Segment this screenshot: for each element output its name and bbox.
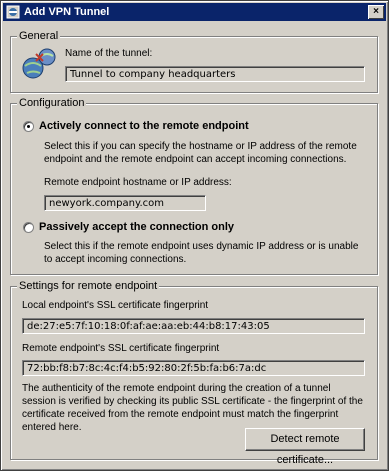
authenticity-note: The authenticity of the remote endpoint … [22, 383, 363, 433]
remote-fingerprint-label: Remote endpoint's SSL certificate finger… [22, 343, 220, 354]
local-fingerprint-label: Local endpoint's SSL certificate fingerp… [22, 300, 209, 311]
active-connect-description: Select this if you can specify the hostn… [44, 141, 357, 165]
window-title: Add VPN Tunnel [24, 6, 110, 18]
vpn-globe-icon [22, 48, 56, 79]
network-tunnel-icon [6, 5, 20, 19]
passive-accept-description: Select this if the remote endpoint uses … [44, 241, 359, 265]
configuration-group: Configuration Actively connect to the re… [10, 97, 378, 275]
remote-host-field[interactable]: newyork.company.com [44, 195, 206, 211]
tunnel-name-label: Name of the tunnel: [65, 48, 153, 59]
remote-settings-group: Settings for remote endpoint Local endpo… [10, 280, 378, 466]
close-button[interactable]: × [368, 5, 384, 19]
remote-settings-legend: Settings for remote endpoint [17, 280, 160, 293]
active-connect-label[interactable]: Actively connect to the remote endpoint [39, 120, 249, 132]
detect-remote-certificate-button[interactable]: Detect remote certificate... [245, 428, 365, 466]
passive-accept-label[interactable]: Passively accept the connection only [39, 221, 234, 233]
local-fingerprint-field[interactable]: de:27:e5:7f:10:18:0f:af:ae:aa:eb:44:b8:1… [22, 318, 365, 334]
general-group: General Name of the tunnel: Tunnel to co… [10, 30, 378, 93]
remote-fingerprint-field[interactable]: 72:bb:f8:b7:8c:4c:f4:b5:92:80:2f:5b:fa:b… [22, 360, 365, 376]
remote-host-label: Remote endpoint hostname or IP address: [44, 177, 232, 188]
add-vpn-tunnel-dialog: Add VPN Tunnel × General Name of the tun… [0, 0, 389, 471]
tunnel-name-field[interactable]: Tunnel to company headquarters [65, 66, 365, 82]
configuration-legend: Configuration [17, 97, 87, 110]
active-connect-radio[interactable] [23, 121, 34, 132]
title-bar[interactable]: Add VPN Tunnel × [3, 3, 386, 21]
passive-accept-radio[interactable] [23, 222, 34, 233]
general-legend: General [17, 30, 61, 43]
